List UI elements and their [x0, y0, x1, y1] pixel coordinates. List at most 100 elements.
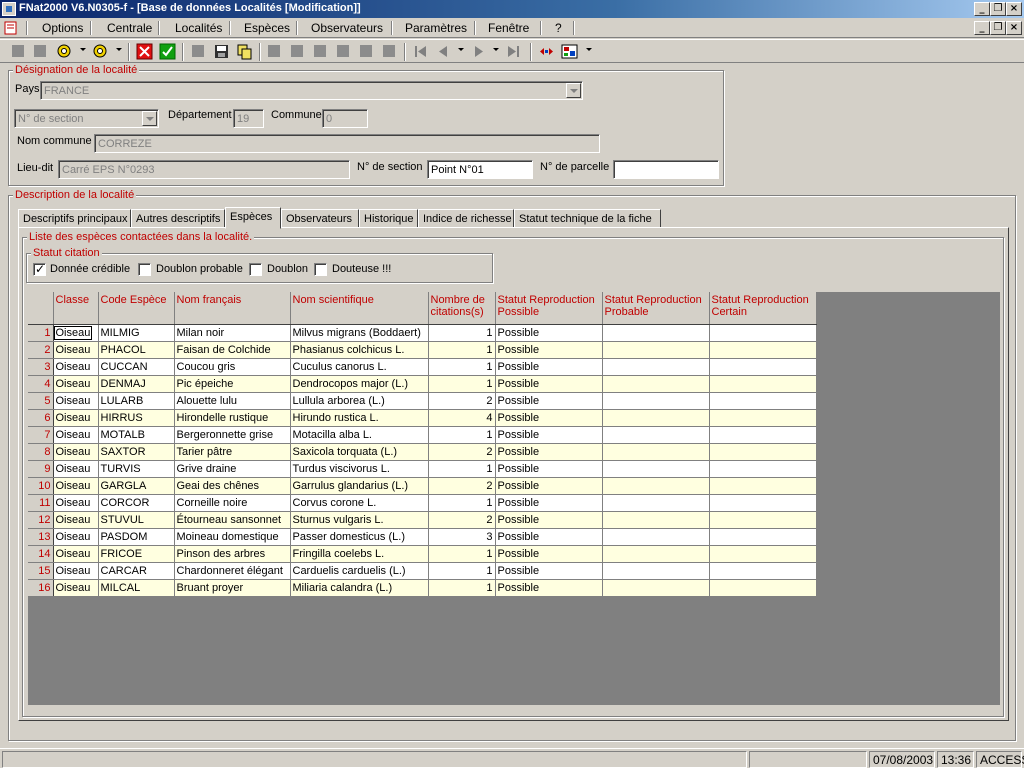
tab-descriptifs-principaux[interactable]: Descriptifs principaux	[18, 209, 131, 228]
menu-especes[interactable]: Espèces	[244, 21, 290, 35]
repro-probable-cell[interactable]	[602, 460, 710, 478]
nombre-citations-cell[interactable]: 4	[428, 409, 496, 427]
toolbar-button-3[interactable]	[190, 43, 207, 60]
code-espece-cell[interactable]: FRICOE	[98, 545, 175, 563]
repro-certain-cell[interactable]	[709, 460, 817, 478]
lieudit-field[interactable]: Carré EPS N°0293	[58, 160, 350, 179]
save-icon[interactable]	[213, 43, 230, 60]
section-select[interactable]: N° de section	[14, 109, 159, 128]
code-espece-cell[interactable]: STUVUL	[98, 511, 175, 529]
toolbar-button-5[interactable]	[289, 43, 306, 60]
column-header-repro-possible[interactable]: Statut Reproduction Possible	[495, 292, 603, 325]
dropdown-arrow-icon[interactable]	[493, 48, 499, 51]
nombre-citations-cell[interactable]: 3	[428, 528, 496, 546]
row-number[interactable]: 3	[28, 358, 54, 376]
table-row[interactable]: 1 Oiseau MILMIG Milan noir Milvus migrans (B…	[28, 324, 817, 342]
column-header-nombre-citations[interactable]: Nombre de citations(s)	[428, 292, 496, 325]
nom-scientifique-cell[interactable]: Garrulus glandarius (L.)	[290, 477, 429, 495]
tab-autres-descriptifs[interactable]: Autres descriptifs	[131, 209, 225, 228]
nom-francais-cell[interactable]: Hirondelle rustique	[174, 409, 291, 427]
repro-probable-cell[interactable]	[602, 426, 710, 444]
row-number[interactable]: 6	[28, 409, 54, 427]
settings-icon[interactable]	[92, 43, 109, 60]
nom-francais-cell[interactable]: Grive draine	[174, 460, 291, 478]
previous-record-icon[interactable]	[435, 43, 452, 60]
repro-possible-cell[interactable]: Possible	[495, 426, 603, 444]
dropdown-arrow-icon[interactable]	[80, 48, 86, 51]
repro-possible-cell[interactable]: Possible	[495, 443, 603, 461]
chevron-down-icon[interactable]	[142, 111, 157, 126]
toolbar-button-8[interactable]	[358, 43, 375, 60]
code-espece-cell[interactable]: CORCOR	[98, 494, 175, 512]
species-grid[interactable]: Classe Code Espèce Nom français Nom scie…	[28, 292, 1000, 705]
nom-scientifique-cell[interactable]: Hirundo rustica L.	[290, 409, 429, 427]
code-espece-cell[interactable]: TURVIS	[98, 460, 175, 478]
nom-scientifique-cell[interactable]: Fringilla coelebs L.	[290, 545, 429, 563]
doublon-probable-checkbox[interactable]	[138, 263, 151, 276]
nom-francais-cell[interactable]: Coucou gris	[174, 358, 291, 376]
repro-probable-cell[interactable]	[602, 341, 710, 359]
row-selector-header[interactable]	[28, 292, 54, 325]
next-record-icon[interactable]	[470, 43, 487, 60]
departement-field[interactable]: 19	[233, 109, 264, 128]
nombre-citations-cell[interactable]: 2	[428, 477, 496, 495]
repro-certain-cell[interactable]	[709, 579, 817, 597]
classe-cell[interactable]: Oiseau	[53, 528, 99, 546]
nombre-citations-cell[interactable]: 1	[428, 358, 496, 376]
tab-especes[interactable]: Espèces	[225, 207, 281, 229]
code-espece-cell[interactable]: GARGLA	[98, 477, 175, 495]
row-number[interactable]: 11	[28, 494, 54, 512]
dropdown-arrow-icon[interactable]	[458, 48, 464, 51]
last-record-icon[interactable]	[505, 43, 522, 60]
nom-francais-cell[interactable]: Bruant proyer	[174, 579, 291, 597]
classe-cell[interactable]: Oiseau	[53, 426, 99, 444]
nom-scientifique-cell[interactable]: Miliaria calandra (L.)	[290, 579, 429, 597]
validate-icon[interactable]	[159, 43, 176, 60]
link-icon[interactable]	[56, 43, 73, 60]
column-header-repro-probable[interactable]: Statut Reproduction Probable	[602, 292, 710, 325]
menu-localites[interactable]: Localités	[175, 21, 222, 35]
nom-francais-cell[interactable]: Alouette lulu	[174, 392, 291, 410]
row-number[interactable]: 7	[28, 426, 54, 444]
table-row[interactable]: 6 Oiseau HIRRUS Hirondelle rustique Hirundo …	[28, 409, 817, 427]
code-espece-cell[interactable]: LULARB	[98, 392, 175, 410]
row-number[interactable]: 4	[28, 375, 54, 393]
column-header-repro-certain[interactable]: Statut Reproduction Certain	[709, 292, 817, 325]
row-number[interactable]: 5	[28, 392, 54, 410]
row-number[interactable]: 8	[28, 443, 54, 461]
table-row[interactable]: 12 Oiseau STUVUL Étourneau sansonnet Sturnus…	[28, 511, 817, 529]
mdi-restore-icon[interactable]: ❐	[990, 21, 1006, 35]
repro-possible-cell[interactable]: Possible	[495, 477, 603, 495]
copy-icon[interactable]	[236, 43, 253, 60]
repro-possible-cell[interactable]: Possible	[495, 409, 603, 427]
classe-cell[interactable]: Oiseau	[53, 477, 99, 495]
close-icon[interactable]: ×	[1006, 2, 1022, 16]
table-row[interactable]: 5 Oiseau LULARB Alouette lulu Lullula arbore…	[28, 392, 817, 410]
nom-francais-cell[interactable]: Faisan de Colchide	[174, 341, 291, 359]
classe-cell[interactable]: Oiseau	[53, 511, 99, 529]
classe-cell[interactable]: Oiseau	[53, 443, 99, 461]
column-header-nom-scientifique[interactable]: Nom scientifique	[290, 292, 429, 325]
repro-certain-cell[interactable]	[709, 511, 817, 529]
code-espece-cell[interactable]: MILCAL	[98, 579, 175, 597]
row-number[interactable]: 9	[28, 460, 54, 478]
repro-possible-cell[interactable]: Possible	[495, 375, 603, 393]
classe-cell[interactable]: Oiseau	[53, 358, 99, 376]
table-row[interactable]: 14 Oiseau FRICOE Pinson des arbres Fringilla…	[28, 545, 817, 563]
nom-scientifique-cell[interactable]: Sturnus vulgaris L.	[290, 511, 429, 529]
repro-possible-cell[interactable]: Possible	[495, 324, 603, 342]
repro-possible-cell[interactable]: Possible	[495, 562, 603, 580]
repro-probable-cell[interactable]	[602, 443, 710, 461]
repro-certain-cell[interactable]	[709, 562, 817, 580]
nom-francais-cell[interactable]: Corneille noire	[174, 494, 291, 512]
document-icon[interactable]	[3, 20, 19, 36]
toolbar-button-1[interactable]	[10, 43, 27, 60]
menu-help[interactable]: ?	[555, 21, 562, 35]
minimize-icon[interactable]: _	[974, 2, 990, 16]
toolbar-button-7[interactable]	[335, 43, 352, 60]
repro-possible-cell[interactable]: Possible	[495, 358, 603, 376]
repro-possible-cell[interactable]: Possible	[495, 392, 603, 410]
repro-probable-cell[interactable]	[602, 511, 710, 529]
toolbar-button-9[interactable]	[381, 43, 398, 60]
menu-parametres[interactable]: Paramètres	[405, 21, 467, 35]
